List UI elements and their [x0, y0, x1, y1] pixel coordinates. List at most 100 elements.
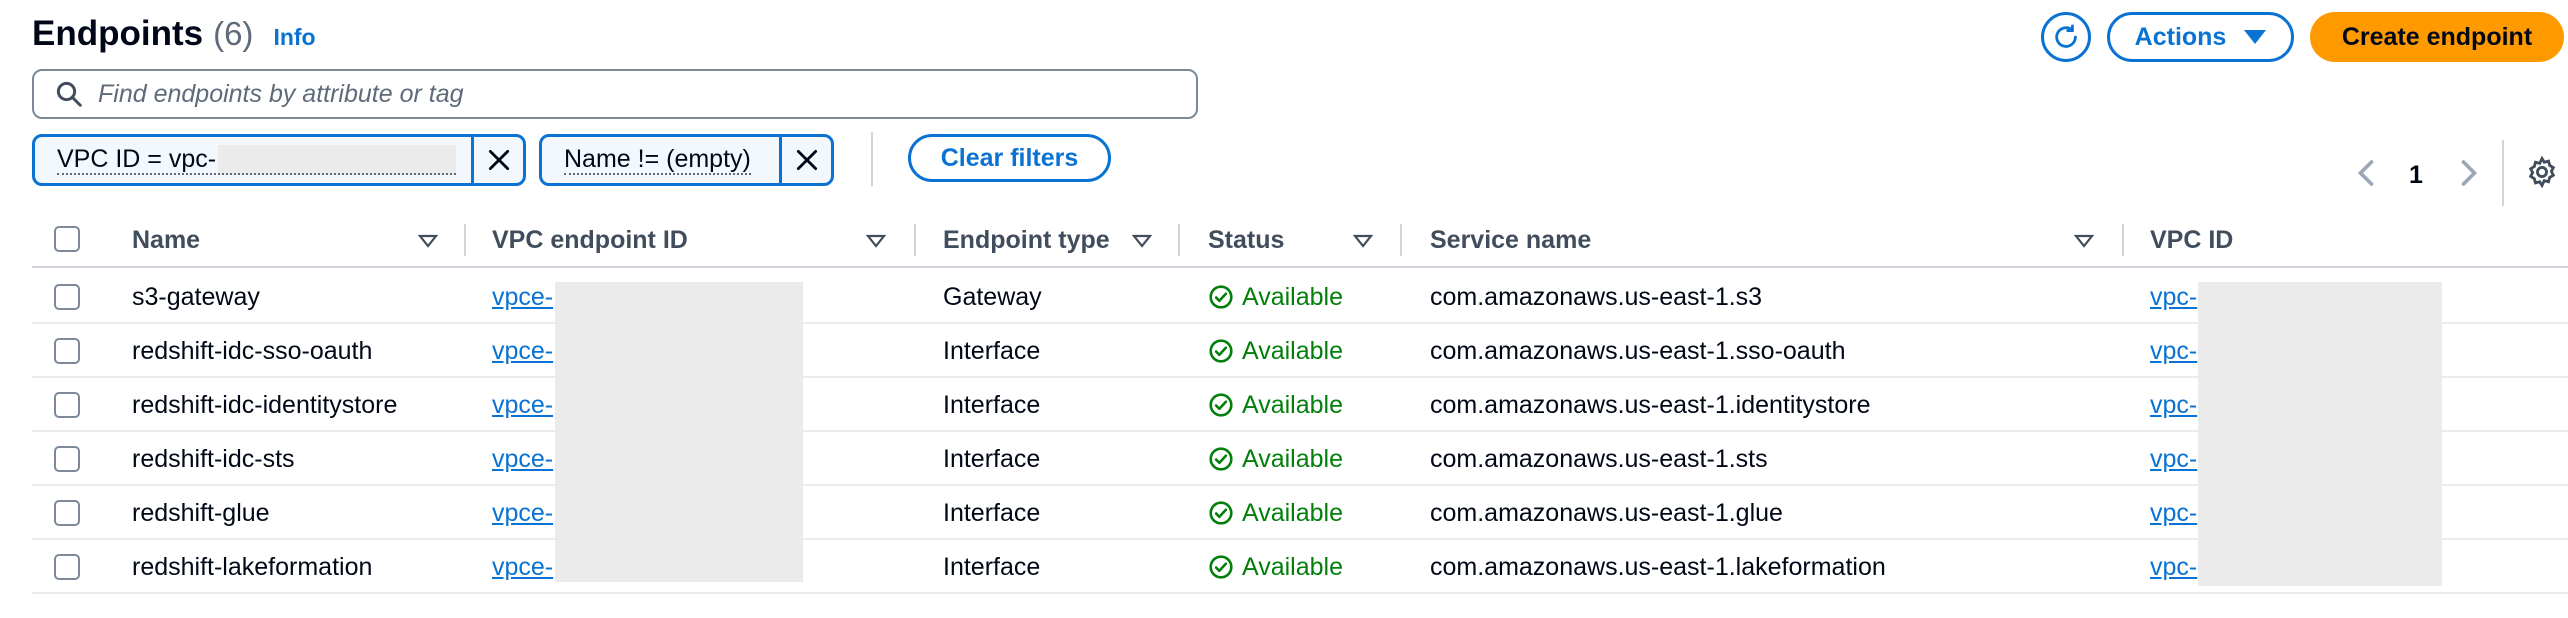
cell-text: com.amazonaws.us-east-1.glue	[1430, 498, 1783, 527]
column-header-endpoint-type[interactable]: Endpoint type	[943, 212, 1110, 268]
link-text[interactable]: vpce-	[492, 499, 553, 528]
status-text: Available	[1242, 552, 1344, 581]
actions-button[interactable]: Actions	[2107, 12, 2294, 62]
divider	[2502, 140, 2504, 206]
table-row[interactable]: s3-gateway vpce- Gateway Available com.amazo…	[32, 270, 2568, 324]
column-divider	[914, 224, 916, 256]
sort-caret-icon[interactable]	[866, 234, 886, 248]
endpoint-id-link[interactable]: vpce-	[492, 486, 553, 540]
info-link[interactable]: Info	[273, 24, 315, 51]
table-row[interactable]: redshift-lakeformation vpce- Interface Avai…	[32, 540, 2568, 594]
vpc-id-link[interactable]: vpc-	[2150, 432, 2197, 486]
service-name: com.amazonaws.us-east-1.identitystore	[1430, 378, 1870, 432]
filter-token-vpc-id[interactable]: VPC ID = vpc-	[32, 134, 526, 186]
sort-caret-icon[interactable]	[1132, 234, 1152, 248]
row-checkbox[interactable]	[54, 338, 80, 364]
column-header-status[interactable]: Status	[1208, 212, 1284, 268]
vpc-id-link[interactable]: vpc-	[2150, 270, 2197, 324]
column-header-endpoint-id[interactable]: VPC endpoint ID	[492, 212, 688, 268]
filter-token-name[interactable]: Name != (empty)	[539, 134, 834, 186]
cell-text: redshift-glue	[132, 498, 270, 527]
check-circle-icon	[1209, 339, 1233, 363]
endpoint-name: redshift-idc-identitystore	[132, 378, 397, 432]
page-number[interactable]: 1	[2409, 161, 2423, 190]
vpc-id-link[interactable]: vpc-	[2150, 540, 2197, 594]
link-text[interactable]: vpce-	[492, 283, 553, 312]
link-text[interactable]: vpce-	[492, 553, 553, 582]
sort-caret-icon[interactable]	[418, 234, 438, 248]
page-title: Endpoints	[32, 14, 204, 53]
row-checkbox[interactable]	[54, 554, 80, 580]
endpoint-id-link[interactable]: vpce-	[492, 378, 553, 432]
endpoint-type: Interface	[943, 432, 1040, 486]
cell-text: redshift-lakeformation	[132, 552, 373, 581]
endpoint-type: Interface	[943, 378, 1040, 432]
column-header-name[interactable]: Name	[132, 212, 200, 268]
redacted-column	[555, 282, 803, 582]
link-text[interactable]: vpce-	[492, 391, 553, 420]
endpoint-type: Interface	[943, 540, 1040, 594]
link-text[interactable]: vpce-	[492, 445, 553, 474]
filter-token-label: VPC ID = vpc-	[57, 145, 217, 175]
row-checkbox[interactable]	[54, 392, 80, 418]
close-icon	[488, 149, 509, 171]
endpoint-id-link[interactable]: vpce-	[492, 324, 553, 378]
gear-icon[interactable]	[2525, 155, 2559, 189]
endpoint-type: Interface	[943, 324, 1040, 378]
row-checkbox[interactable]	[54, 284, 80, 310]
endpoint-id-link[interactable]: vpce-	[492, 432, 553, 486]
endpoint-id-link[interactable]: vpce-	[492, 540, 553, 594]
search-icon	[56, 81, 82, 107]
endpoint-type: Interface	[943, 486, 1040, 540]
cell-text: com.amazonaws.us-east-1.s3	[1430, 282, 1763, 311]
vpc-id-link[interactable]: vpc-	[2150, 378, 2197, 432]
column-header-vpc-id[interactable]: VPC ID	[2150, 212, 2233, 268]
chevron-right-icon[interactable]	[2458, 158, 2480, 188]
close-icon	[796, 149, 817, 171]
caret-down-icon	[2244, 30, 2267, 44]
chevron-left-icon[interactable]	[2355, 158, 2377, 188]
search-input[interactable]	[98, 79, 1178, 109]
sort-caret-icon[interactable]	[2074, 234, 2094, 248]
create-endpoint-button[interactable]: Create endpoint	[2310, 12, 2564, 62]
sort-caret-icon[interactable]	[1353, 234, 1373, 248]
select-all-checkbox[interactable]	[54, 226, 80, 252]
service-name: com.amazonaws.us-east-1.sts	[1430, 432, 1768, 486]
refresh-icon	[2055, 24, 2077, 48]
cell-text: com.amazonaws.us-east-1.sts	[1430, 444, 1768, 473]
link-text[interactable]: vpc-	[2150, 391, 2197, 420]
link-text[interactable]: vpc-	[2150, 337, 2197, 366]
column-divider	[464, 224, 466, 256]
link-text[interactable]: vpc-	[2150, 499, 2197, 528]
link-text[interactable]: vpc-	[2150, 283, 2197, 312]
endpoint-name: s3-gateway	[132, 270, 260, 324]
cell-text: Interface	[943, 390, 1041, 419]
status-indicator: Available	[1208, 432, 1343, 486]
clear-filters-button[interactable]: Clear filters	[908, 134, 1111, 182]
table-row[interactable]: redshift-glue vpce- Interface Available com.…	[32, 486, 2568, 540]
table-row[interactable]: redshift-idc-identitystore vpce- Interface…	[32, 378, 2568, 432]
row-checkbox[interactable]	[54, 446, 80, 472]
column-header-service-name[interactable]: Service name	[1430, 212, 1591, 268]
check-circle-icon	[1209, 393, 1233, 417]
link-text[interactable]: vpc-	[2150, 445, 2197, 474]
redacted-value	[218, 145, 457, 175]
vpc-id-link[interactable]: vpc-	[2150, 486, 2197, 540]
table-row[interactable]: redshift-idc-sts vpce- Interface Available c…	[32, 432, 2568, 486]
table-row[interactable]: redshift-idc-sso-oauth vpce- Interface Avai…	[32, 324, 2568, 378]
row-checkbox[interactable]	[54, 500, 80, 526]
search-bar[interactable]	[32, 69, 1198, 119]
remove-filter-button[interactable]	[779, 137, 831, 183]
status-indicator: Available	[1208, 540, 1343, 594]
check-circle-icon	[1209, 555, 1233, 579]
refresh-button[interactable]	[2041, 12, 2091, 62]
remove-filter-button[interactable]	[471, 137, 523, 183]
cell-text: com.amazonaws.us-east-1.sso-oauth	[1430, 336, 1846, 365]
status-text: Available	[1242, 336, 1344, 365]
endpoint-id-link[interactable]: vpce-	[492, 270, 553, 324]
endpoint-name: redshift-lakeformation	[132, 540, 372, 594]
link-text[interactable]: vpce-	[492, 337, 553, 366]
cell-text: redshift-idc-identitystore	[132, 390, 398, 419]
link-text[interactable]: vpc-	[2150, 553, 2197, 582]
vpc-id-link[interactable]: vpc-	[2150, 324, 2197, 378]
